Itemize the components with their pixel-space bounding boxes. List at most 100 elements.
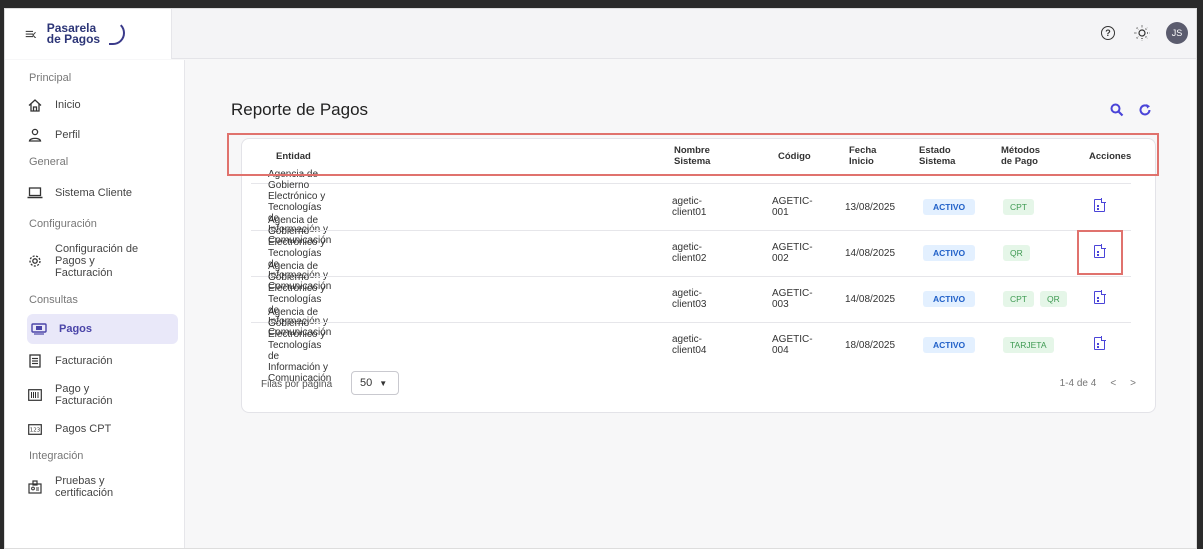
sidebar-item-pagos[interactable]: Pagos <box>27 314 178 344</box>
document-icon <box>1094 290 1106 304</box>
sidebar-item-perfil[interactable]: Perfil <box>5 120 180 150</box>
theme-sun-icon <box>1134 25 1150 41</box>
sidebar-item-label: Perfil <box>55 129 81 141</box>
sidebar-item-label: Pruebas y certificación <box>55 475 113 499</box>
view-document-button[interactable] <box>1094 290 1106 307</box>
section-integracion: Integración <box>29 450 84 462</box>
search-button[interactable] <box>1110 103 1124 120</box>
search-icon <box>1110 103 1124 117</box>
pago-fact-line-1: Pago y <box>55 383 90 395</box>
main-content: Reporte de Pagos Entidad Nombre Sistema … <box>186 60 1196 548</box>
sidebar: Principal Inicio Perfil General Sistema … <box>5 60 185 548</box>
highlight-action-cell <box>1077 230 1123 275</box>
sidebar-item-pago-facturacion[interactable]: Pago y Facturación <box>5 376 180 414</box>
help-icon: ? <box>1101 26 1115 40</box>
sidebar-item-inicio[interactable]: Inicio <box>5 90 180 120</box>
cell-codigo: AGETIC-002 <box>772 242 813 264</box>
payment-method-badge: QR <box>1040 291 1067 307</box>
status-badge: ACTIVO <box>923 245 976 261</box>
prev-page-button[interactable]: < <box>1110 378 1116 389</box>
refresh-button[interactable] <box>1138 103 1152 120</box>
section-general: General <box>29 156 69 168</box>
section-configuracion: Configuración <box>29 218 97 230</box>
cpt-icon: 123 <box>27 423 43 435</box>
cell-acciones <box>1094 184 1106 230</box>
pagination-range: 1-4 de 4 <box>1059 378 1097 389</box>
cell-codigo: AGETIC-001 <box>772 196 813 218</box>
rows-per-page-select[interactable]: 50 ▼ <box>351 371 399 395</box>
sidebar-item-label: Pagos <box>59 323 93 335</box>
theme-toggle-button[interactable] <box>1132 23 1152 43</box>
user-icon <box>27 128 43 142</box>
status-badge: ACTIVO <box>923 291 976 307</box>
home-icon <box>27 98 43 112</box>
cell-estado-sistema: ACTIVO <box>923 276 976 322</box>
config-line-3: Facturación <box>55 267 113 279</box>
section-consultas: Consultas <box>29 294 78 306</box>
brand: ≡‹ Pasarela de Pagos <box>5 9 172 59</box>
pruebas-line-2: certificación <box>55 487 114 499</box>
cell-codigo: AGETIC-004 <box>772 334 813 356</box>
svg-text:123: 123 <box>30 427 41 433</box>
sidebar-item-pruebas[interactable]: Pruebas y certificación <box>5 468 180 506</box>
cell-metodos-pago: TARJETA <box>1003 322 1060 368</box>
next-page-button[interactable]: > <box>1130 378 1136 389</box>
top-bar: ≡‹ Pasarela de Pagos ? JS <box>5 9 1196 59</box>
view-document-button[interactable] <box>1094 336 1106 353</box>
payment-method-badge: CPT <box>1003 199 1034 215</box>
pago-fact-line-2: Facturación <box>55 395 113 407</box>
cell-metodos-pago: QR <box>1003 230 1036 276</box>
app-window: ≡‹ Pasarela de Pagos ? JS Principal Inic… <box>4 8 1197 549</box>
cell-estado-sistema: ACTIVO <box>923 322 976 368</box>
cell-metodos-pago: CPT <box>1003 184 1040 230</box>
badge-icon <box>27 480 43 494</box>
cell-estado-sistema: ACTIVO <box>923 230 976 276</box>
menu-collapse-icon[interactable]: ≡‹ <box>25 26 37 43</box>
document-icon <box>1094 336 1106 350</box>
section-principal: Principal <box>29 72 72 84</box>
header-actions: ? JS <box>1098 22 1188 44</box>
config-line-1: Configuración de <box>55 243 139 255</box>
status-badge: ACTIVO <box>923 199 976 215</box>
sidebar-item-label: Sistema Cliente <box>55 187 133 199</box>
cell-nombre-sistema: agetic-client02 <box>672 242 707 264</box>
cell-fecha-inicio: 14/08/2025 <box>845 293 896 305</box>
payment-method-badge: CPT <box>1003 291 1034 307</box>
pruebas-line-1: Pruebas y <box>55 475 105 487</box>
avatar[interactable]: JS <box>1166 22 1188 44</box>
help-button[interactable]: ? <box>1098 23 1118 43</box>
payment-method-badge: QR <box>1003 245 1030 261</box>
rows-per-page-label: Filas por página <box>261 378 333 390</box>
sidebar-item-label: Configuración de Pagos y Facturación <box>55 243 138 279</box>
highlight-table-header <box>227 133 1159 176</box>
cell-estado-sistema: ACTIVO <box>923 184 976 230</box>
laptop-icon <box>27 187 43 199</box>
sidebar-item-label: Inicio <box>55 99 81 111</box>
cell-fecha-inicio: 18/08/2025 <box>845 339 896 351</box>
sidebar-item-pagos-cpt[interactable]: 123 Pagos CPT <box>5 414 180 444</box>
cell-fecha-inicio: 13/08/2025 <box>845 201 896 213</box>
pagination: 1-4 de 4 < > <box>1060 378 1136 389</box>
document-icon <box>1094 198 1106 212</box>
cell-nombre-sistema: agetic-client03 <box>672 288 707 310</box>
rows-per-page-value: 50 <box>360 377 373 389</box>
view-document-button[interactable] <box>1094 198 1106 215</box>
cell-acciones <box>1094 322 1106 368</box>
gear-icon <box>27 254 43 268</box>
sidebar-item-label: Facturación <box>55 355 113 367</box>
status-badge: ACTIVO <box>923 337 976 353</box>
sidebar-item-sistema-cliente[interactable]: Sistema Cliente <box>5 178 180 208</box>
sidebar-item-label: Pagos CPT <box>55 423 112 435</box>
sidebar-item-facturacion[interactable]: Facturación <box>5 346 180 376</box>
logo-line-2: de Pagos <box>46 32 101 46</box>
invoice-icon <box>27 354 43 368</box>
logo: Pasarela de Pagos <box>46 21 125 46</box>
barcode-icon <box>27 389 43 401</box>
cell-acciones <box>1094 276 1106 322</box>
refresh-icon <box>1139 104 1151 116</box>
sidebar-item-configuracion-pagos[interactable]: Configuración de Pagos y Facturación <box>5 236 180 286</box>
cell-entidad: Agencia de Gobierno Electrónico y Tecnol… <box>268 307 331 384</box>
cell-codigo: AGETIC-003 <box>772 288 813 310</box>
payments-icon <box>31 323 47 335</box>
cell-nombre-sistema: agetic-client01 <box>672 196 707 218</box>
